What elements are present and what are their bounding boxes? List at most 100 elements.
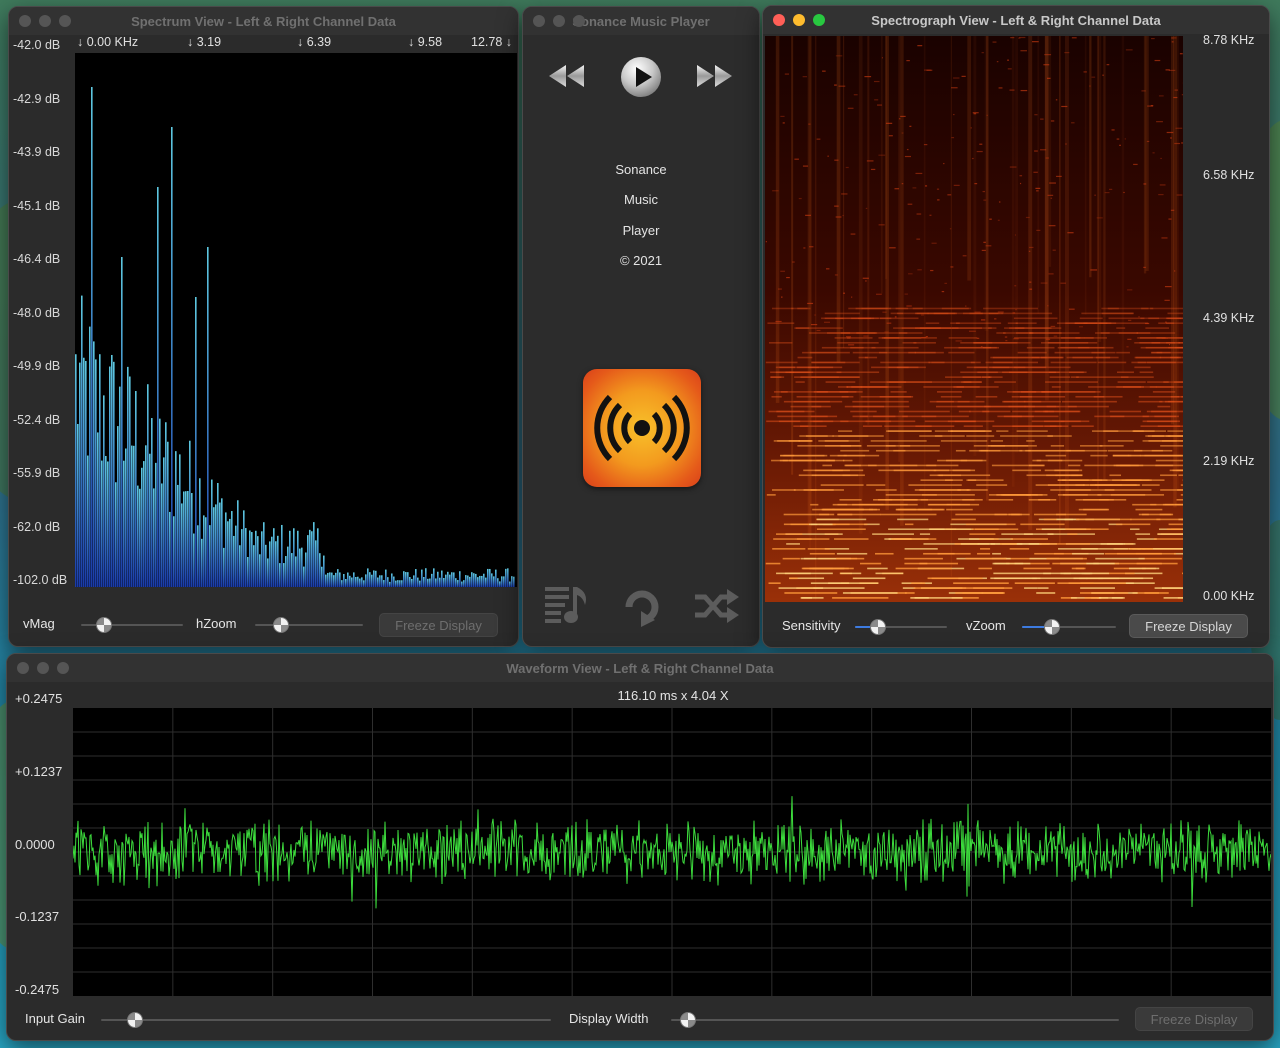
hzoom-slider-knob[interactable] [273, 617, 290, 633]
spectrum-bar [203, 515, 205, 587]
sensitivity-slider-knob[interactable] [870, 619, 887, 635]
sensitivity-label: Sensitivity [782, 618, 841, 633]
close-button[interactable] [773, 14, 785, 26]
close-button[interactable] [533, 15, 545, 27]
spectrograph-speckle [1050, 325, 1056, 328]
spectrograph-harmonic [1081, 548, 1128, 550]
spectrum-bar [377, 577, 379, 587]
display-width-slider-knob[interactable] [679, 1012, 696, 1028]
waveform-freeze-button[interactable]: Freeze Display [1135, 1007, 1253, 1031]
vzoom-slider-knob[interactable] [1043, 619, 1060, 635]
display-width-slider[interactable] [671, 1012, 1119, 1028]
spectrograph-harmonic [908, 484, 962, 486]
spectrograph-speckle [1160, 157, 1162, 160]
spectrograph-harmonic [980, 548, 991, 550]
spectrum-bar [433, 568, 435, 587]
spectrograph-harmonic [982, 410, 1011, 413]
spectrograph-speckle [780, 296, 783, 298]
shuffle-icon[interactable] [693, 589, 739, 623]
spectrum-freeze-button[interactable]: Freeze Display [379, 613, 498, 637]
spectrum-bar [145, 445, 147, 587]
zoom-button[interactable] [573, 15, 585, 27]
spectrograph-speckle [1048, 273, 1054, 275]
spectrograph-harmonic [992, 562, 1010, 565]
spectrum-bar [193, 533, 195, 587]
spectrum-titlebar: Spectrum View - Left & Right Channel Dat… [9, 7, 518, 35]
sensitivity-slider[interactable] [855, 619, 947, 635]
spectrograph-harmonic [1151, 410, 1177, 413]
minimize-button[interactable] [39, 15, 51, 27]
spectrograph-harmonic [1060, 420, 1090, 423]
spectrum-bar [297, 530, 299, 587]
khz-axis-label: ↓ 9.58 [408, 35, 443, 49]
spectrograph-harmonic [803, 557, 816, 560]
spectrograph-speckle [1035, 187, 1041, 189]
spectrograph-plot [765, 36, 1183, 602]
spectrograph-speckle [1159, 184, 1166, 186]
spectrograph-harmonic [1165, 317, 1183, 320]
spectrum-bar [147, 384, 149, 587]
spectrograph-speckle [1060, 282, 1066, 284]
close-button[interactable] [19, 15, 31, 27]
spectrograph-harmonic [961, 381, 972, 383]
zoom-button[interactable] [59, 15, 71, 27]
spectrograph-harmonic [1078, 346, 1090, 349]
spectrum-bar [387, 577, 389, 587]
play-icon[interactable] [619, 55, 663, 99]
spectrum-bar [223, 547, 225, 587]
rewind-icon[interactable] [547, 63, 587, 89]
spectrum-bar [407, 572, 409, 587]
spectrograph-harmonic [872, 533, 914, 535]
spectrograph-harmonic [921, 494, 975, 496]
vmag-slider[interactable] [81, 617, 183, 633]
hzoom-slider[interactable] [255, 617, 363, 633]
spectrograph-streak [1011, 36, 1015, 487]
spectrum-bar [241, 529, 243, 587]
spectrograph-speckle [805, 214, 811, 216]
spectrograph-harmonic [1116, 386, 1157, 388]
repeat-icon[interactable] [621, 587, 663, 627]
spectrograph-harmonic [1140, 425, 1171, 428]
spectrograph-harmonic [913, 342, 936, 344]
spectrograph-speckle [970, 127, 972, 129]
input-gain-slider-knob[interactable] [127, 1012, 144, 1028]
spectrograph-harmonic [852, 577, 886, 580]
playlist-icon[interactable] [543, 583, 591, 627]
spectrograph-speckle [1036, 190, 1039, 192]
spectrograph-speckle [1033, 171, 1038, 173]
spectrograph-speckle [1123, 191, 1125, 194]
spectrum-bar [481, 575, 483, 587]
spectrograph-speckle [1094, 194, 1096, 196]
spectrograph-speckle [1040, 118, 1044, 120]
spectrum-bar [187, 490, 189, 587]
minimize-button[interactable] [553, 15, 565, 27]
window-controls [19, 15, 71, 27]
spectrograph-harmonic [920, 498, 975, 501]
spectrograph-harmonic [1043, 518, 1058, 521]
spectrograph-speckle [1161, 237, 1168, 239]
spectrograph-speckle [822, 70, 826, 72]
minimize-button[interactable] [37, 662, 49, 674]
zoom-button[interactable] [57, 662, 69, 674]
khz-axis-label: ↓ 0.00 KHz [77, 35, 139, 49]
spectrograph-speckle [810, 323, 818, 326]
spectrograph-speckle [1143, 266, 1146, 269]
spectrograph-speckle [1034, 114, 1038, 116]
spectrograph-harmonic [1009, 327, 1062, 329]
spectrograph-harmonic [1154, 538, 1183, 540]
zoom-button[interactable] [813, 14, 825, 26]
vzoom-slider[interactable] [1022, 619, 1116, 635]
spectrograph-freeze-button[interactable]: Freeze Display [1129, 614, 1248, 638]
input-gain-slider[interactable] [101, 1012, 551, 1028]
spectrograph-harmonic [871, 346, 919, 349]
spectrum-bar [91, 87, 93, 587]
spectrum-bar [95, 359, 97, 587]
spectrograph-streak [791, 36, 794, 475]
minimize-button[interactable] [793, 14, 805, 26]
vmag-slider-knob[interactable] [96, 617, 113, 633]
spectrograph-harmonic [1050, 361, 1097, 364]
spectrograph-harmonic [778, 587, 824, 589]
spectrograph-harmonic [988, 312, 999, 315]
close-button[interactable] [17, 662, 29, 674]
fast-forward-icon[interactable] [695, 63, 735, 89]
